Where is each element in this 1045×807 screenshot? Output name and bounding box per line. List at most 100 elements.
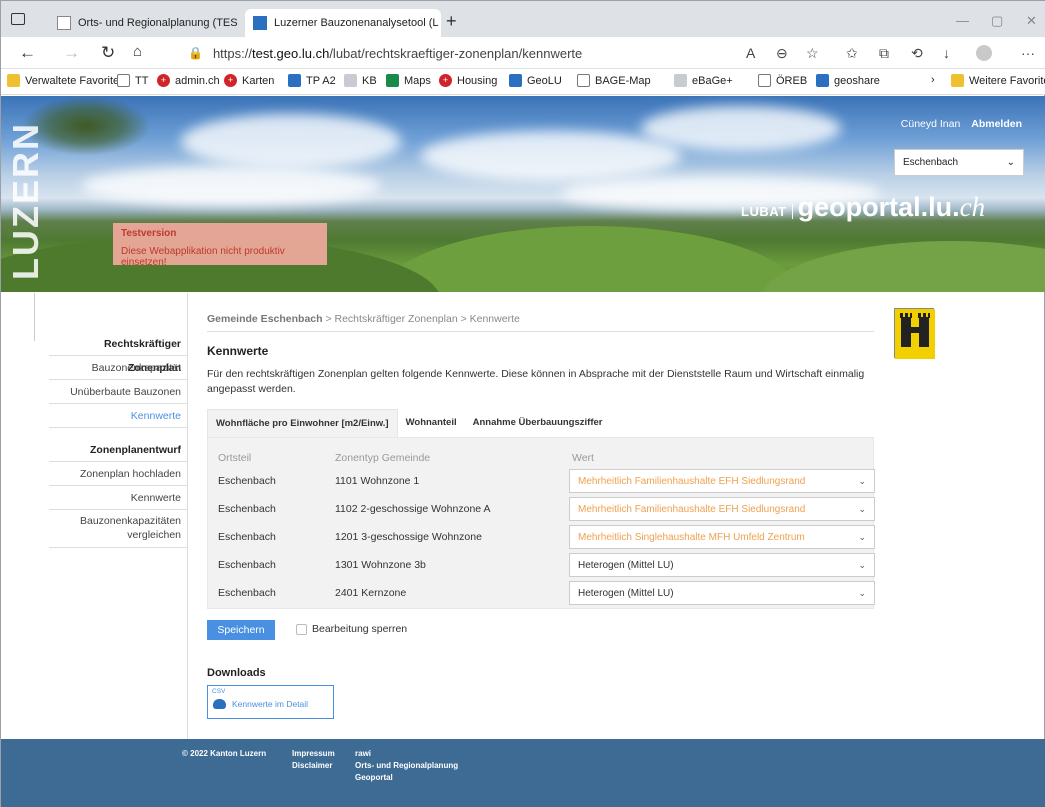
fav-geolu[interactable]: GeoLU (509, 74, 562, 87)
table-row: Eschenbach 1301 Wohnzone 3b Heterogen (M… (208, 551, 875, 579)
tab-strip: Orts- und Regionalplanung (TES ✕ Luzerne… (1, 1, 1045, 37)
cell-ortsteil: Eschenbach (218, 559, 276, 571)
collections-icon[interactable]: ⧉ (879, 45, 889, 62)
breadcrumb-rest: > Rechtskräftiger Zonenplan > Kennwerte (322, 313, 520, 325)
app-icon (288, 74, 301, 87)
tab-wohnflaeche[interactable]: Wohnfläche pro Einwohner [m2/Einw.] (207, 409, 398, 437)
reload-icon[interactable]: ↻ (101, 43, 115, 63)
favorite-star-icon[interactable]: ☆ (806, 45, 819, 62)
test-title: Testversion (121, 228, 177, 239)
fav-tt[interactable]: TT (117, 74, 148, 87)
wert-value: Mehrheitlich Singlehaushalte MFH Umfeld … (578, 531, 805, 543)
restore-icon[interactable]: ▢ (991, 13, 1003, 29)
cell-zonentyp: 1301 Wohnzone 3b (335, 559, 426, 571)
back-icon[interactable]: ← (19, 43, 36, 63)
fav-oereb[interactable]: ÖREB (758, 74, 807, 87)
profile-avatar[interactable] (976, 45, 992, 61)
downloads-heading: Downloads (207, 667, 266, 679)
fav-maps[interactable]: Maps (386, 74, 431, 87)
breadcrumb: Gemeinde Eschenbach > Rechtskräftiger Zo… (207, 313, 520, 325)
cell-zonentyp: 1101 Wohnzone 1 (335, 475, 420, 487)
logout-link[interactable]: Abmelden (971, 118, 1022, 130)
cloud-shape (641, 106, 841, 151)
hill-shape (761, 241, 1045, 292)
close-icon[interactable]: ✕ (238, 16, 245, 30)
chevron-down-icon: ⌄ (858, 503, 866, 514)
footer-links-legal: Impressum Disclaimer (292, 748, 335, 772)
tab-wohnanteil[interactable]: Wohnanteil (398, 409, 465, 437)
fav-kb[interactable]: KB (344, 74, 377, 87)
sidebar-item-bauzonenkapazitaet[interactable]: Bauzonenkapazität (49, 356, 187, 380)
downloads-icon[interactable]: ↓ (943, 45, 950, 61)
maps-pin-icon (386, 74, 399, 87)
tab-ueberbauungsziffer[interactable]: Annahme Überbauungsziffer (465, 409, 611, 437)
fav-verwaltete[interactable]: Verwaltete Favoriten (7, 74, 125, 87)
breadcrumb-divider (207, 331, 874, 332)
sidebar-item-vergleichen[interactable]: Bauzonenkapazitäten vergleichen (49, 510, 187, 548)
folder-icon (7, 74, 20, 87)
zoom-icon[interactable]: ⊖ (776, 45, 788, 62)
footer-link-geoportal[interactable]: Geoportal (355, 772, 458, 784)
sidebar-item-zonenplan-hochladen[interactable]: Zonenplan hochladen (49, 462, 187, 486)
url-host: test.geo.lu.ch (251, 45, 330, 61)
user-bar: Cüneyd Inan Abmelden (901, 118, 1022, 130)
fav-bage[interactable]: BAGE-Map (577, 74, 651, 87)
browser-tab-orts[interactable]: Orts- und Regionalplanung (TES ✕ (49, 9, 244, 37)
municipality-crest (894, 308, 935, 359)
close-window-icon[interactable]: ✕ (1026, 13, 1037, 29)
minimize-icon[interactable]: — (956, 13, 969, 28)
swiss-shield-icon: + (439, 74, 452, 87)
csv-download-button[interactable]: CSV Kennwerte im Detail (207, 685, 334, 719)
fav-geoshare[interactable]: geoshare (816, 74, 880, 87)
geoportal-label: geoportal.lu. (797, 192, 960, 222)
page-icon (674, 74, 687, 87)
footer-link-rawi[interactable]: rawi (355, 748, 458, 760)
crest-icon (895, 309, 935, 359)
wert-select[interactable]: Mehrheitlich Familienhaushalte EFH Siedl… (569, 497, 875, 521)
favorites-list-icon[interactable]: ✩ (846, 45, 858, 62)
home-icon[interactable]: ⌂ (133, 43, 142, 60)
more-icon[interactable]: ··· (1021, 45, 1035, 61)
sidebar-item-kennwerte-entwurf[interactable]: Kennwerte (49, 486, 187, 510)
url-field[interactable]: 🔒 https://test.geo.lu.ch/lubat/rechtskra… (188, 41, 828, 65)
wert-select[interactable]: Mehrheitlich Singlehaushalte MFH Umfeld … (569, 525, 875, 549)
save-button[interactable]: Speichern (207, 620, 275, 640)
fav-karten[interactable]: + Karten (224, 74, 274, 87)
close-icon[interactable]: ✕ (439, 16, 441, 30)
chevron-right-icon[interactable]: › (931, 74, 935, 86)
wert-select[interactable]: Heterogen (Mittel LU) ⌄ (569, 581, 875, 605)
footer-link-disclaimer[interactable]: Disclaimer (292, 760, 335, 772)
address-bar-row: ← → ↻ ⌂ 🔒 https://test.geo.lu.ch/lubat/r… (1, 37, 1045, 69)
footer-link-orts[interactable]: Orts- und Regionalplanung (355, 760, 458, 772)
fav-weitere[interactable]: Weitere Favoriten (951, 74, 1045, 87)
new-tab-icon[interactable]: + (446, 11, 457, 32)
sidebar-item-unueberbaute[interactable]: Unüberbaute Bauzonen (49, 380, 187, 404)
fav-tpa2[interactable]: TP A2 (288, 74, 336, 87)
breadcrumb-root[interactable]: Gemeinde Eschenbach (207, 313, 323, 325)
read-aloud-icon[interactable]: A (746, 45, 755, 61)
cloud-shape (421, 131, 681, 181)
swiss-shield-icon: + (224, 74, 237, 87)
footer-link-impressum[interactable]: Impressum (292, 748, 335, 760)
cell-zonentyp: 1201 3-geschossige Wohnzone (335, 531, 482, 543)
wert-select[interactable]: Mehrheitlich Familienhaushalte EFH Siedl… (569, 469, 875, 493)
page-title: Kennwerte (207, 344, 269, 358)
forward-icon[interactable]: → (63, 43, 80, 63)
history-icon[interactable]: ⟲ (911, 45, 923, 62)
municipality-select[interactable]: Eschenbach ⌄ (894, 149, 1024, 176)
kennwerte-table: Ortsteil Zonentyp Gemeinde Wert Eschenba… (207, 437, 875, 609)
fav-housing[interactable]: + Housing (439, 74, 497, 87)
sidebar-item-kennwerte-active[interactable]: Kennwerte (49, 404, 187, 428)
cloud-download-icon (213, 699, 226, 709)
lock-editing-checkbox[interactable] (296, 624, 307, 635)
swiss-shield-icon: + (157, 74, 170, 87)
fav-admin[interactable]: + admin.ch (157, 74, 220, 87)
browser-tab-lubat[interactable]: Luzerner Bauzonenanalysetool (L ✕ (245, 9, 441, 37)
fav-ebage[interactable]: eBaGe+ (674, 74, 733, 87)
geoportal-brand[interactable]: LUBAT geoportal.lu. ch (741, 192, 985, 223)
wert-select[interactable]: Heterogen (Mittel LU) ⌄ (569, 553, 875, 577)
user-name: Cüneyd Inan (900, 118, 961, 130)
tab-actions-icon[interactable] (11, 13, 25, 25)
sidebar: Rechtskräftiger Zonenplan Bauzonenkapazi… (49, 332, 187, 548)
cell-ortsteil: Eschenbach (218, 503, 276, 515)
